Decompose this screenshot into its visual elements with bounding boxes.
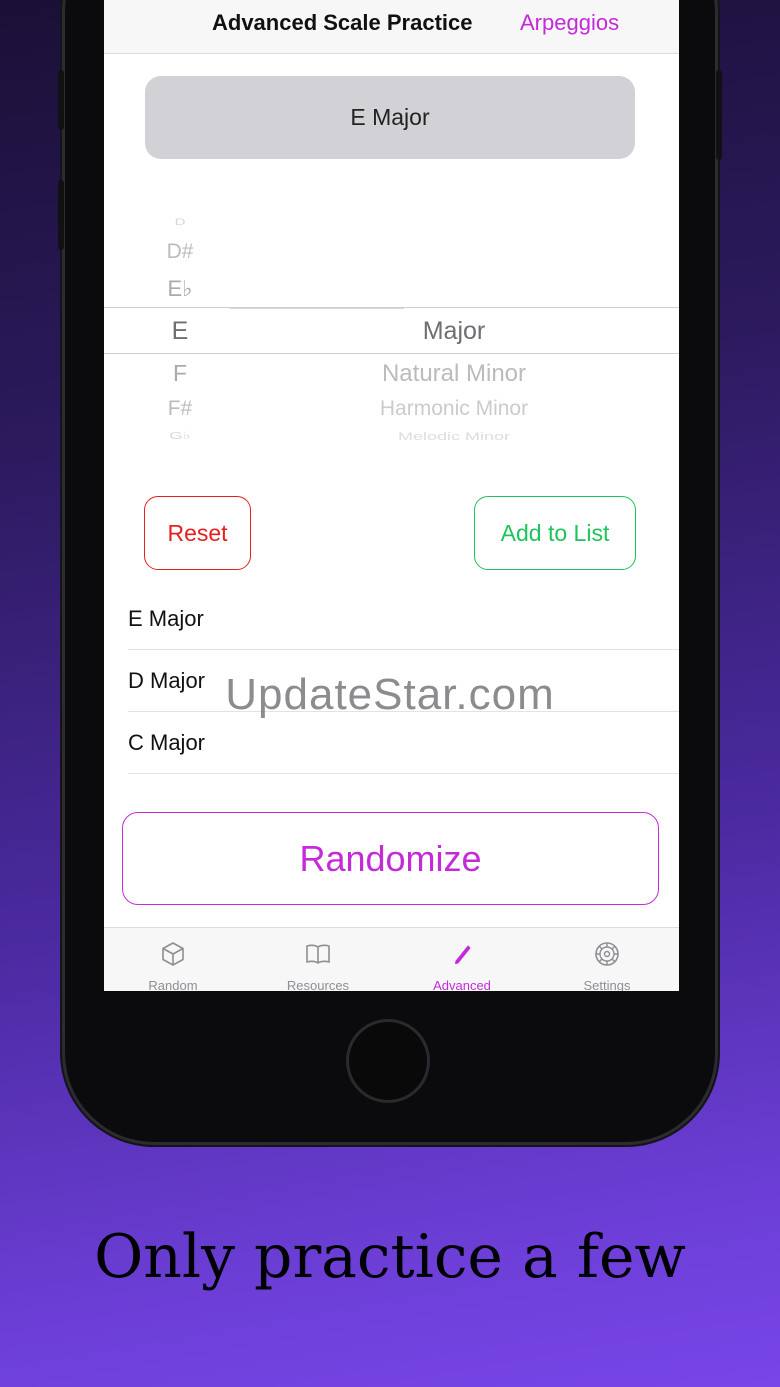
add-to-list-button-label: Add to List	[500, 519, 610, 546]
page-title: Advanced Scale Practice	[212, 10, 473, 35]
scale-picker[interactable]: D D# E♭ E F F# G♭ Major Natural Minor Ha…	[104, 200, 679, 460]
book-icon	[306, 944, 330, 964]
picker-divider	[230, 308, 404, 309]
list-item-label: C Major	[128, 730, 206, 755]
arpeggios-link[interactable]: Arpeggios	[520, 10, 619, 36]
navigation-bar: Advanced Scale Practice Arpeggios	[104, 0, 679, 54]
picker-note-option[interactable]: E♭	[162, 276, 198, 302]
picker-note-option[interactable]: D#	[162, 240, 198, 264]
tab-resources[interactable]: Resources	[248, 928, 388, 991]
picker-note-option[interactable]: F	[162, 360, 198, 387]
picker-type-selected[interactable]: Major	[334, 317, 574, 346]
tab-label: Settings	[583, 978, 631, 991]
tab-settings[interactable]: Settings	[537, 928, 677, 991]
tab-label: Random	[148, 978, 198, 991]
picker-note-option[interactable]: G♭	[162, 430, 198, 442]
picker-note-selected[interactable]: E	[162, 317, 198, 346]
pencil-icon	[455, 945, 471, 964]
list-item[interactable]: E Major	[128, 588, 679, 650]
selected-scale-display: E Major	[145, 76, 635, 159]
randomize-button-label: Randomize	[299, 837, 482, 879]
tab-label: Resources	[286, 978, 350, 991]
list-item[interactable]: C Major	[128, 712, 679, 774]
promo-caption: Only practice a few	[94, 1222, 686, 1292]
phone-side-button	[716, 70, 722, 160]
app-screen: Advanced Scale Practice Arpeggios E Majo…	[104, 0, 679, 991]
tab-label: Advanced	[433, 978, 491, 991]
list-item-label: E Major	[128, 606, 204, 631]
watermark-text: UpdateStar.com	[225, 670, 555, 719]
picker-type-option[interactable]: Melodic Minor	[334, 430, 574, 443]
add-to-list-button[interactable]: Add to List	[474, 496, 636, 570]
phone-side-button	[58, 70, 64, 130]
tab-bar: Random Resources Advanced Settings	[104, 927, 679, 991]
reset-button[interactable]: Reset	[144, 496, 251, 570]
reset-button-label: Reset	[167, 519, 228, 546]
gear-icon	[595, 942, 619, 966]
picker-note-option[interactable]: F#	[162, 397, 198, 421]
picker-note-option[interactable]: D	[162, 217, 198, 227]
home-button[interactable]	[346, 1019, 430, 1103]
picker-divider	[104, 353, 679, 354]
randomize-button[interactable]: Randomize	[122, 812, 659, 905]
cube-icon	[162, 942, 184, 966]
tab-random[interactable]: Random	[104, 928, 243, 991]
selected-scale-label: E Major	[350, 104, 430, 130]
picker-type-option[interactable]: Natural Minor	[334, 360, 574, 388]
tab-advanced[interactable]: Advanced	[392, 928, 532, 991]
phone-side-button	[58, 180, 64, 250]
picker-type-option[interactable]: Harmonic Minor	[334, 397, 574, 421]
